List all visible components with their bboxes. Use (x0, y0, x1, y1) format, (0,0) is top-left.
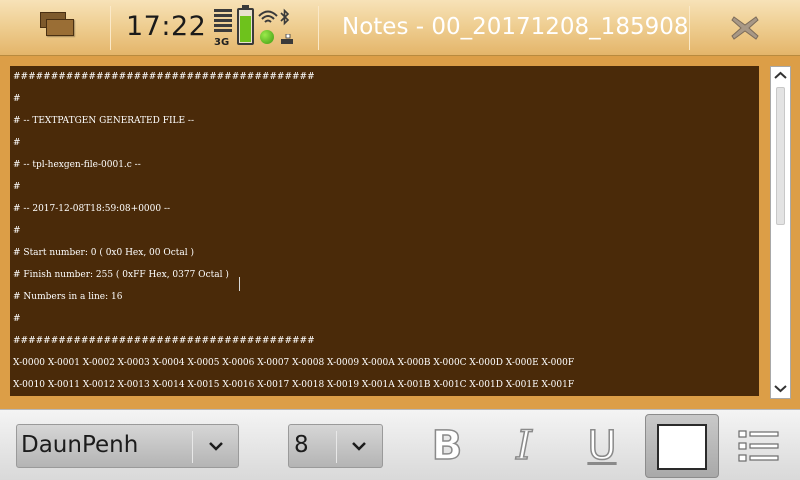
note-line: # -- TEXTPATGEN GENERATED FILE -- (13, 116, 194, 126)
status-area[interactable]: 17:22 3G (112, 0, 318, 56)
underline-button[interactable]: U (576, 422, 628, 470)
wifi-icon (258, 10, 278, 23)
text-color-button[interactable] (645, 414, 719, 478)
task-switcher-button[interactable] (0, 0, 110, 56)
note-line: # Start number: 0 ( 0x0 Hex, 00 Octal ) (13, 248, 195, 258)
close-icon (731, 16, 759, 40)
note-line: # (13, 314, 21, 324)
separator (318, 6, 319, 50)
usb-connection-icon (281, 34, 293, 44)
bluetooth-icon (280, 8, 290, 26)
window-title[interactable]: Notes - 00_20171208_185908 (342, 14, 688, 40)
scrollbar-thumb[interactable] (776, 87, 785, 225)
editor-frame: ########################################… (0, 56, 800, 409)
scroll-up-arrow-icon[interactable] (771, 67, 790, 85)
task-switcher-icon-front (46, 19, 74, 36)
signal-strength-icon (214, 9, 232, 37)
chevron-down-icon (352, 442, 366, 451)
font-family-value: DaunPenh (21, 432, 139, 458)
note-line: # Finish number: 255 ( 0xFF Hex, 0377 Oc… (13, 270, 229, 280)
font-size-dropdown[interactable]: 8 (288, 424, 383, 468)
list-menu-icon[interactable] (736, 428, 782, 464)
note-text-area[interactable]: ########################################… (10, 66, 759, 396)
battery-icon (237, 5, 254, 45)
close-button[interactable] (690, 0, 800, 56)
note-line: # (13, 138, 21, 148)
text-color-swatch (657, 424, 707, 470)
font-family-dropdown[interactable]: DaunPenh (16, 424, 239, 468)
battery-level-fill (240, 15, 251, 42)
bold-icon: B (431, 422, 463, 470)
title-bar: 17:22 3G Notes - 00_20171208_185908 (0, 0, 800, 56)
bold-button[interactable]: B (421, 422, 473, 470)
dropdown-divider (192, 431, 193, 463)
vertical-scrollbar[interactable] (770, 66, 791, 399)
presence-status-icon (260, 30, 274, 44)
note-line: # (13, 94, 21, 104)
italic-icon: I (515, 422, 532, 470)
underline-icon: U (587, 422, 618, 470)
dropdown-divider (336, 431, 337, 463)
note-line: # Numbers in a line: 16 (13, 292, 123, 302)
note-line: # -- 2017-12-08T18:59:08+0000 -- (13, 204, 171, 214)
scroll-down-arrow-icon[interactable] (771, 380, 790, 398)
italic-button[interactable]: I (498, 422, 550, 470)
font-size-value: 8 (294, 432, 309, 458)
chevron-down-icon (209, 442, 223, 451)
separator (110, 6, 111, 50)
formatting-toolbar: DaunPenh 8 B I U (0, 409, 800, 480)
network-type-label: 3G (214, 37, 230, 48)
note-line: ######################################## (13, 72, 315, 82)
clock: 17:22 (126, 11, 207, 42)
note-line: X-0010 X-0011 X-0012 X-0013 X-0014 X-001… (13, 380, 575, 390)
note-line: ######################################## (13, 336, 315, 346)
note-line: X-0000 X-0001 X-0002 X-0003 X-0004 X-000… (13, 358, 575, 368)
note-line: # (13, 226, 21, 236)
note-line: # -- tpl-hexgen-file-0001.c -- (13, 160, 141, 170)
text-cursor (239, 277, 240, 291)
note-line: # (13, 182, 21, 192)
